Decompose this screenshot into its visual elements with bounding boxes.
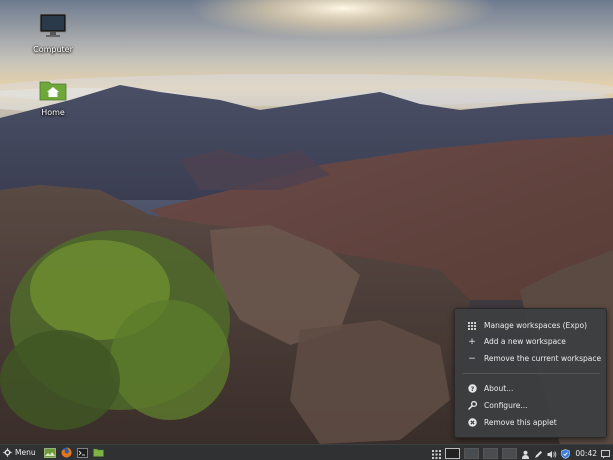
pen-icon[interactable] (534, 444, 543, 460)
desktop-icon-label: Home (41, 108, 65, 117)
menu-item-remove-applet[interactable]: Remove this applet (455, 415, 608, 430)
files-launcher[interactable] (92, 445, 104, 460)
desktop-icon-label: Computer (33, 45, 73, 54)
expo-grid-icon[interactable] (432, 444, 442, 460)
clock[interactable]: 00:42 (575, 449, 597, 458)
help-icon: ? (465, 384, 479, 393)
wrench-icon (465, 401, 479, 410)
minus-icon: − (468, 353, 476, 364)
applet-context-menu: Manage workspaces (Expo) + Add a new wor… (454, 308, 607, 438)
terminal-icon (76, 447, 88, 458)
menu-item-remove-workspace[interactable]: − Remove the current workspace (455, 351, 608, 366)
menu-item-add-workspace[interactable]: + Add a new workspace (455, 334, 608, 349)
firefox-launcher[interactable] (61, 445, 72, 460)
workspace-1[interactable] (445, 447, 461, 459)
monitor-icon (39, 13, 67, 37)
menu-item-configure[interactable]: Configure... (455, 398, 608, 413)
workspace-4[interactable] (502, 447, 518, 459)
gear-icon (3, 448, 12, 457)
desktop-icon-home[interactable]: Home (23, 78, 83, 117)
show-desktop-button[interactable] (43, 445, 56, 460)
menu-item-manage-workspaces[interactable]: Manage workspaces (Expo) (455, 318, 608, 333)
desktop-icon-computer[interactable]: Computer (23, 13, 83, 54)
workspace-2[interactable] (464, 447, 480, 459)
menu-button[interactable]: Menu (3, 445, 36, 460)
grid-icon (465, 321, 479, 330)
user-icon[interactable] (521, 444, 530, 460)
notifications-icon[interactable] (601, 444, 610, 460)
menu-button-label: Menu (15, 448, 36, 457)
menu-separator (463, 373, 600, 374)
menu-item-about[interactable]: ? About... (455, 381, 608, 396)
terminal-launcher[interactable] (76, 445, 88, 460)
taskbar-panel: Menu 00:42 (0, 444, 613, 460)
system-tray: 00:42 (428, 445, 613, 460)
menu-item-label: Manage workspaces (Expo) (484, 321, 587, 330)
menu-item-label: Configure... (484, 401, 528, 410)
home-folder-icon (39, 81, 67, 101)
shield-icon[interactable] (561, 444, 571, 460)
svg-text:?: ? (470, 385, 474, 393)
menu-item-label: Remove this applet (484, 418, 557, 427)
show-desktop-icon (43, 447, 56, 458)
menu-item-label: About... (484, 384, 514, 393)
plus-icon: + (468, 336, 476, 347)
files-icon (92, 448, 104, 457)
menu-item-label: Remove the current workspace (484, 354, 602, 363)
firefox-icon (61, 447, 72, 458)
remove-icon (465, 418, 479, 427)
menu-item-label: Add a new workspace (484, 337, 566, 346)
volume-icon[interactable] (547, 444, 557, 460)
workspace-3[interactable] (483, 447, 499, 459)
